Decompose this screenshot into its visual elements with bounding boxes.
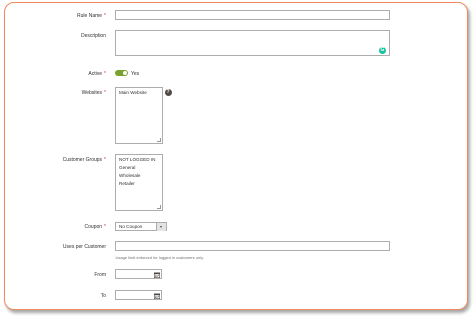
- calendar-icon[interactable]: [154, 293, 160, 299]
- resize-handle[interactable]: [157, 138, 161, 142]
- dropdown-arrow-icon[interactable]: [156, 222, 166, 231]
- websites-multiselect[interactable]: Main Website: [115, 87, 163, 144]
- coupon-label: Coupon *: [84, 224, 106, 230]
- to-date-input[interactable]: [115, 290, 162, 300]
- coupon-select[interactable]: No Coupon: [115, 221, 167, 231]
- resize-handle[interactable]: [157, 205, 161, 209]
- to-label: To: [100, 292, 106, 299]
- uses-per-customer-note: Usage limit enforced for logged in custo…: [115, 254, 204, 260]
- from-date-input[interactable]: [115, 269, 162, 279]
- active-label: Active *: [88, 70, 106, 77]
- active-toggle[interactable]: [115, 70, 128, 76]
- customer-group-option[interactable]: General: [116, 164, 162, 172]
- from-label: From: [94, 271, 106, 278]
- websites-option[interactable]: Main Website: [116, 88, 162, 97]
- toggle-knob: [122, 70, 128, 76]
- coupon-select-value: No Coupon: [119, 224, 143, 229]
- websites-label: Websites *: [81, 90, 106, 96]
- customer-groups-label: Customer Groups *: [62, 157, 106, 163]
- uses-per-customer-input[interactable]: [115, 241, 390, 251]
- customer-group-option[interactable]: Wholesale: [116, 172, 162, 180]
- uses-per-customer-label: Uses per Customer: [62, 244, 106, 250]
- active-toggle-value: Yes: [131, 70, 140, 77]
- rule-name-input[interactable]: [115, 10, 390, 20]
- grammarly-icon[interactable]: G: [379, 47, 386, 54]
- customer-group-option[interactable]: Retailer: [116, 180, 162, 188]
- question-help-icon[interactable]: ?: [164, 88, 172, 96]
- customer-group-option[interactable]: NOT LOGGED IN: [116, 155, 162, 164]
- description-textarea[interactable]: [115, 30, 390, 56]
- rule-name-label: Rule Name *: [77, 13, 106, 19]
- customer-groups-multiselect[interactable]: NOT LOGGED IN General Wholesale Retailer: [115, 154, 163, 211]
- description-label: Description: [80, 33, 106, 39]
- calendar-icon[interactable]: [154, 272, 160, 278]
